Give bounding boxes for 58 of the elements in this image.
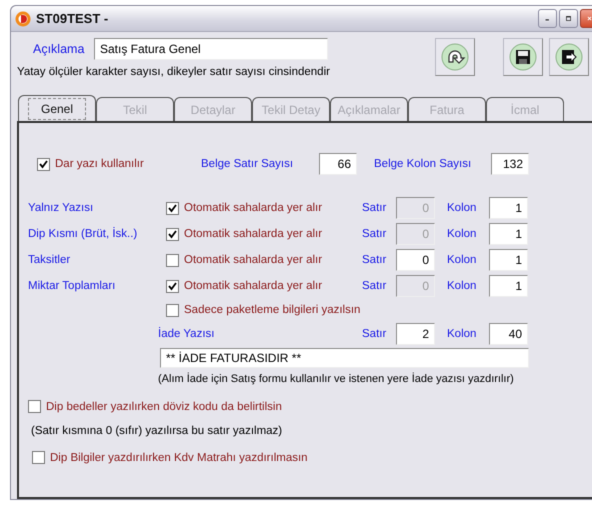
checkbox[interactable] (166, 280, 179, 292)
column-label: Kolon (446, 280, 478, 292)
checkbox[interactable] (166, 228, 179, 240)
units-note: Yatay ölçüler karakter sayısı, dikeyler satır sayısı cinsindendir (17, 66, 330, 78)
row-label: Satır (362, 328, 388, 340)
return-text-label: İade Yazısı (158, 328, 216, 340)
section-label: Yalnız Yazısı (28, 202, 94, 214)
exit-button[interactable] (549, 38, 589, 76)
column-label: Kolon (446, 254, 478, 266)
column-label: Kolon (446, 202, 478, 214)
checkbox[interactable] (166, 202, 179, 214)
auto-field-label: Otomatik sahalarda yer alır (184, 254, 322, 266)
refresh-button[interactable] (435, 38, 475, 76)
checkbox[interactable] (166, 304, 179, 316)
auto-field-label: Otomatik sahalarda yer alır (184, 202, 322, 214)
currency-code-label: Dip bedeller yazılırken döviz kodu da belirtilsin (46, 400, 282, 412)
return-text-note: (Alım İade için Satış formu kullanılır ve istenen yere İade yazısı yazdırılır) (158, 373, 515, 385)
narrow-font-label: Dar yazı kullanılır (55, 158, 145, 170)
row-field[interactable]: 2 (396, 323, 435, 345)
row-label: Satır (362, 280, 388, 292)
packaging-only-label: Sadece paketleme bilgileri yazılsın (184, 304, 360, 316)
column-field[interactable]: 1 (489, 275, 528, 297)
document-columns-field[interactable]: 132 (491, 153, 529, 175)
save-button[interactable] (503, 38, 543, 76)
row-label: Satır (362, 202, 388, 214)
zero-row-note: (Satır kısmına 0 (sıfır) yazılırsa bu satır yazılmaz) (31, 425, 284, 437)
checkbox[interactable] (28, 400, 41, 413)
column-label: Kolon (446, 228, 478, 240)
auto-field-label: Otomatik sahalarda yer alır (184, 228, 322, 240)
tab[interactable]: Genel (18, 95, 96, 121)
column-field[interactable]: 1 (489, 249, 528, 271)
vat-base-label: Dip Bilgiler yazdırılırken Kdv Matrahı yazdırılmasın (50, 452, 308, 464)
column-field[interactable]: 40 (489, 323, 528, 345)
checkbox[interactable] (166, 254, 179, 266)
document-columns-label: Belge Kolon Sayısı (373, 158, 472, 170)
row-label: Satır (362, 254, 388, 266)
save-icon (509, 43, 537, 71)
app-icon (15, 10, 31, 26)
window-title: ST09TEST - (36, 11, 110, 26)
section-label: Dip Kısmı (Brüt, İsk..) (28, 228, 138, 240)
column-field[interactable]: 1 (489, 223, 528, 245)
return-text-field[interactable]: ** İADE FATURASIDIR ** (160, 348, 529, 368)
section-label: Taksitler (28, 254, 72, 266)
description-field[interactable]: Satış Fatura Genel (94, 38, 328, 60)
checkbox[interactable] (32, 451, 45, 464)
description-label: Açıklama (32, 42, 86, 56)
section-label: Miktar Toplamları (28, 280, 116, 292)
exit-icon (555, 43, 583, 71)
row-field[interactable]: 0 (396, 249, 435, 271)
checkbox[interactable] (37, 158, 50, 170)
document-rows-label: Belge Satır Sayısı (201, 158, 294, 170)
maximize-icon (566, 13, 571, 24)
maximize-button[interactable] (559, 9, 578, 28)
auto-field-label: Otomatik sahalarda yer alır (184, 280, 322, 292)
column-field[interactable]: 1 (489, 197, 528, 219)
column-label: Kolon (446, 328, 478, 340)
row-label: Satır (362, 228, 388, 240)
document-rows-field[interactable]: 66 (319, 153, 357, 175)
